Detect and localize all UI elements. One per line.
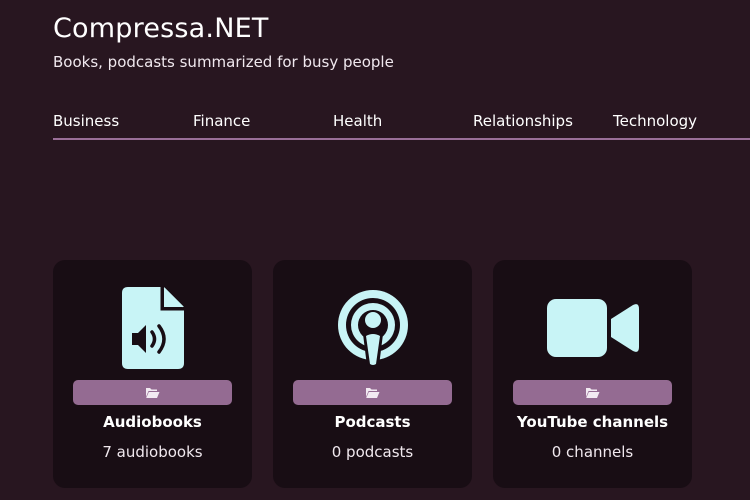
nav-item-business[interactable]: Business <box>53 111 119 131</box>
card-count: 0 channels <box>551 443 634 461</box>
card-title: Audiobooks <box>103 413 202 431</box>
card-title: Podcasts <box>334 413 411 431</box>
nav-item-technology[interactable]: Technology <box>613 111 697 131</box>
nav-item-relationships[interactable]: Relationships <box>473 111 573 131</box>
card-audiobooks[interactable]: Audiobooks 7 audiobooks <box>53 260 252 488</box>
open-podcasts-button[interactable] <box>293 380 452 405</box>
open-youtube-channels-button[interactable] <box>513 380 672 405</box>
card-count: 0 podcasts <box>331 443 414 461</box>
folder-open-icon <box>586 387 600 398</box>
page: Compressa.NET Books, podcasts summarized… <box>0 0 750 500</box>
nav-item-health[interactable]: Health <box>333 111 382 131</box>
folder-open-icon <box>146 387 160 398</box>
audio-file-icon <box>53 286 252 370</box>
open-audiobooks-button[interactable] <box>73 380 232 405</box>
card-count: 7 audiobooks <box>102 443 203 461</box>
folder-open-icon <box>366 387 380 398</box>
category-nav: Business Finance Health Relationships Te… <box>53 108 750 140</box>
nav-item-finance[interactable]: Finance <box>193 111 250 131</box>
card-youtube-channels[interactable]: YouTube channels 0 channels <box>493 260 692 488</box>
card-title: YouTube channels <box>516 413 669 431</box>
site-tagline: Books, podcasts summarized for busy peop… <box>53 53 394 71</box>
card-podcasts[interactable]: Podcasts 0 podcasts <box>273 260 472 488</box>
podcast-icon <box>273 286 472 370</box>
video-camera-icon <box>493 286 692 370</box>
site-title[interactable]: Compressa.NET <box>53 12 269 46</box>
